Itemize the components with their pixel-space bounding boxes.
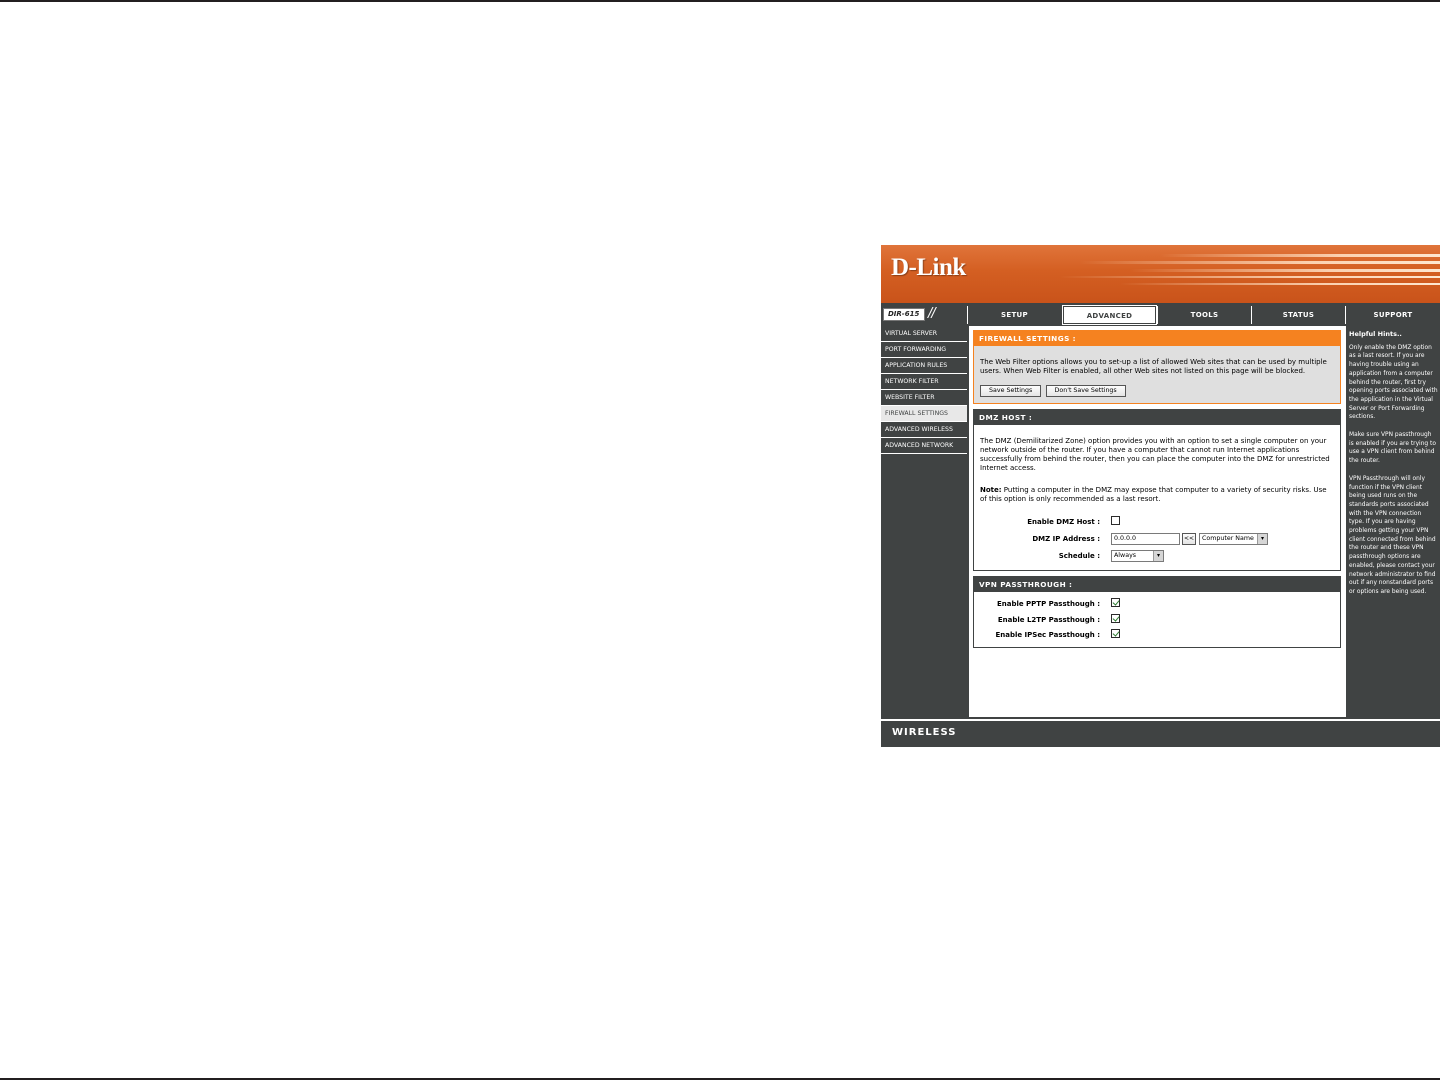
footer-bar: WIRELESS [881,719,1440,747]
enable-dmz-checkbox[interactable] [1111,516,1120,525]
dmz-note-text: Putting a computer in the DMZ may expose… [980,486,1327,503]
pptp-label: Enable PPTP Passthough : [996,600,1100,608]
router-admin-screenshot: D-Link DIR-615 // SETUP ADVANCED TOOLS S… [881,245,1440,747]
header-banner: D-Link [881,245,1440,303]
dlink-logo: D-Link [891,254,966,281]
ipsec-checkbox[interactable] [1111,629,1120,638]
hint-paragraph: VPN Passthrough will only function if th… [1349,475,1436,595]
model-label: DIR-615 [883,308,925,321]
schedule-value: Always [1114,552,1137,559]
schedule-label: Schedule : [1058,552,1100,560]
tab-support[interactable]: SUPPORT [1345,306,1440,324]
l2tp-label: Enable L2TP Passthough : [997,615,1100,624]
dmz-ip-row: DMZ IP Address : 0.0.0.0 << Computer Name ▾ [980,533,1334,550]
dmz-ip-label: DMZ IP Address : [1032,535,1100,543]
top-nav: DIR-615 // SETUP ADVANCED TOOLS STATUS S… [881,305,1440,325]
dmz-note: Note: Putting a computer in the DMZ may … [980,486,1334,504]
pptp-row: Enable PPTP Passthough : [980,598,1334,614]
ipsec-label: Enable IPSec Passthough : [995,631,1100,639]
dmz-note-label: Note: [980,486,1002,494]
chevron-down-icon: ▾ [1257,534,1267,544]
page-bottom-rule [0,1078,1440,1080]
tab-tools[interactable]: TOOLS [1157,306,1251,324]
hint-paragraph: Only enable the DMZ option as a last res… [1349,344,1438,421]
sidebar-item-advanced-wireless[interactable]: ADVANCED WIRELESS [881,422,967,438]
tab-advanced[interactable]: ADVANCED [1062,305,1157,325]
hint-paragraph: Make sure VPN passthrough is enabled if … [1349,432,1436,465]
vpn-passthrough-panel: VPN PASSTHROUGH : Enable PPTP Passthough… [973,576,1341,648]
firewall-settings-title: FIREWALL SETTINGS : [974,331,1340,346]
computer-name-select[interactable]: Computer Name ▾ [1199,533,1268,545]
helpful-hints-title: Helpful Hints.. [1349,330,1402,338]
enable-dmz-label: Enable DMZ Host : [1027,518,1100,526]
sidebar-item-website-filter[interactable]: WEBSITE FILTER [881,390,967,406]
firewall-settings-panel: FIREWALL SETTINGS : The Web Filter optio… [973,330,1341,404]
enable-dmz-row: Enable DMZ Host : [980,516,1334,533]
copy-ip-button[interactable]: << [1182,533,1196,545]
banner-streak [1130,269,1440,272]
tab-status[interactable]: STATUS [1251,306,1345,324]
main-content: FIREWALL SETTINGS : The Web Filter optio… [969,326,1346,717]
footer-wireless-label: WIRELESS [892,727,957,738]
computer-name-value: Computer Name [1202,535,1254,542]
banner-streak [1160,254,1440,257]
ipsec-row: Enable IPSec Passthough : [980,629,1334,645]
dmz-host-panel: DMZ HOST : The DMZ (Demilitarized Zone) … [973,409,1341,571]
schedule-row: Schedule : Always ▾ [980,550,1334,564]
banner-streak [1120,283,1440,285]
firewall-description: The Web Filter options allows you to set… [980,358,1327,375]
l2tp-checkbox[interactable] [1111,613,1120,623]
dont-save-settings-button[interactable]: Don't Save Settings [1045,385,1126,397]
sidebar-item-application-rules[interactable]: APPLICATION RULES [881,358,967,374]
vpn-passthrough-title: VPN PASSTHROUGH : [974,577,1340,592]
banner-streak [1060,276,1440,278]
sidebar-item-port-forwarding[interactable]: PORT FORWARDING [881,342,967,358]
page-top-rule [0,0,1440,2]
chevron-down-icon: ▾ [1153,551,1163,561]
sidebar: VIRTUAL SERVER PORT FORWARDING APPLICATI… [881,326,967,454]
sidebar-item-advanced-network[interactable]: ADVANCED NETWORK [881,438,967,454]
sidebar-item-network-filter[interactable]: NETWORK FILTER [881,374,967,390]
sidebar-item-virtual-server[interactable]: VIRTUAL SERVER [881,326,967,342]
dmz-host-title: DMZ HOST : [974,410,1340,425]
helpful-hints-panel: Helpful Hints.. Only enable the DMZ opti… [1347,326,1440,717]
sidebar-item-firewall-settings[interactable]: FIREWALL SETTINGS [881,406,967,422]
schedule-select[interactable]: Always ▾ [1111,550,1164,562]
pptp-checkbox[interactable] [1111,598,1120,607]
l2tp-row: Enable L2TP Passthough : [980,613,1334,630]
banner-streak [1080,261,1440,264]
divider-slashes: // [928,306,936,321]
dmz-description: The DMZ (Demilitarized Zone) option prov… [980,437,1330,472]
dmz-ip-input[interactable]: 0.0.0.0 [1111,533,1180,545]
tab-setup[interactable]: SETUP [967,306,1061,324]
save-settings-button[interactable]: Save Settings [980,385,1042,397]
